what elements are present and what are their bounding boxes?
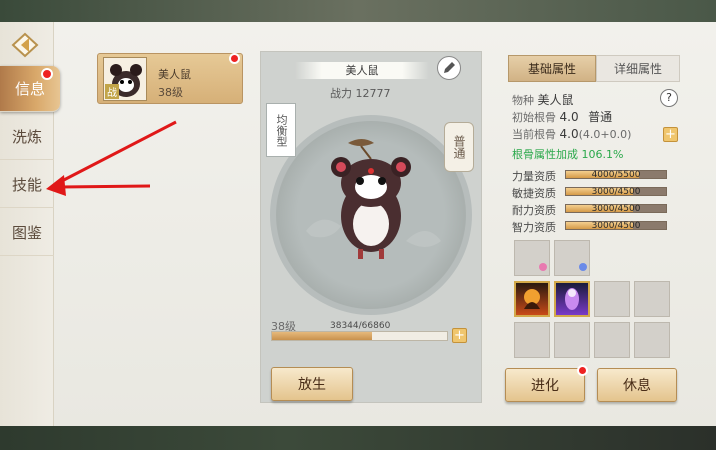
current-root-row: 当前根骨 4.0(4.0+0.0)	[512, 126, 631, 142]
nav-item-refine[interactable]: 洗炼	[0, 114, 54, 160]
root-bonus: 根骨属性加成 106.1%	[512, 148, 624, 161]
back-chevron-icon	[11, 32, 39, 58]
notification-dot	[41, 68, 53, 80]
exp-value: 38344/66860	[330, 321, 391, 331]
release-button[interactable]: 放生	[271, 367, 353, 401]
nav-item-label: 技能	[11, 176, 42, 194]
stat-label: 智力资质	[512, 221, 556, 234]
initial-root-row: 初始根骨 4.0 普通	[512, 108, 612, 125]
pet-card-level: 38级	[158, 86, 183, 99]
battle-badge: 战	[105, 84, 119, 99]
skill-slot-empty[interactable]	[554, 322, 590, 358]
skill-slot-empty[interactable]	[634, 281, 670, 317]
pet-model	[306, 139, 441, 259]
skill-slot[interactable]	[554, 281, 590, 317]
plus-icon: +	[665, 127, 676, 142]
stat-value: 3000/4500	[591, 187, 641, 197]
release-button-label: 放生	[298, 377, 326, 393]
nav-item-label: 图鉴	[11, 224, 42, 242]
equipment-slot[interactable]	[554, 240, 590, 276]
initial-root-value: 4.0	[559, 110, 579, 124]
tab-label: 详细属性	[613, 62, 662, 76]
initial-root-label: 初始根骨	[512, 111, 556, 124]
rest-button[interactable]: 休息	[597, 368, 677, 402]
notification-dot	[229, 53, 240, 64]
exp-progress-fill	[272, 332, 373, 340]
gem-blue-icon	[579, 263, 587, 271]
tab-detailed-attributes[interactable]: 详细属性	[596, 55, 680, 82]
rest-button-label: 休息	[623, 378, 651, 394]
add-root-button[interactable]: +	[663, 127, 678, 142]
initial-root-grade: 普通	[588, 110, 613, 124]
skill-slot-empty[interactable]	[594, 281, 630, 317]
stat-value: 3000/4500	[591, 221, 641, 231]
arcane-skill-icon	[565, 288, 579, 310]
pencil-icon	[444, 62, 455, 73]
tab-label: 基础属性	[527, 62, 576, 76]
current-root-label: 当前根骨	[512, 128, 556, 141]
add-exp-button[interactable]: +	[452, 328, 467, 343]
pet-card[interactable]: 战 美人鼠 38级	[97, 53, 243, 104]
evolve-button-label: 进化	[531, 378, 559, 394]
pet-avatar: 战	[103, 57, 147, 101]
background-top	[0, 0, 716, 22]
equipment-slot[interactable]	[514, 240, 550, 276]
pet-showcase-circle	[270, 115, 472, 315]
skill-slot[interactable]	[514, 281, 550, 317]
stat-value: 4000/5500	[591, 170, 641, 180]
nav-item-label: 洗炼	[11, 128, 42, 146]
help-icon[interactable]: ?	[660, 89, 678, 107]
rename-button[interactable]	[437, 56, 461, 80]
current-root-value: 4.0	[559, 127, 579, 141]
nav-item-codex[interactable]: 图鉴	[0, 210, 54, 256]
species-row: 物种 美人鼠	[512, 91, 574, 108]
back-button[interactable]	[9, 30, 43, 60]
stat-label: 敏捷资质	[512, 187, 556, 200]
fire-skill-icon	[524, 289, 540, 309]
gem-pink-icon	[539, 263, 547, 271]
species-label: 物种	[512, 94, 534, 107]
pet-card-name: 美人鼠	[158, 68, 191, 81]
skill-slot-empty[interactable]	[594, 322, 630, 358]
background-bottom	[0, 426, 716, 450]
nav-item-label: 信息	[14, 80, 45, 98]
tab-basic-attributes[interactable]: 基础属性	[508, 55, 596, 82]
pet-name-bar: 美人鼠	[295, 62, 429, 79]
combat-power: 战力 12777	[330, 87, 391, 100]
exp-progress-bar	[271, 331, 448, 341]
current-root-detail: (4.0+0.0)	[578, 128, 632, 141]
stat-value: 3000/4500	[591, 204, 641, 214]
pet-rank-tag: 普通	[444, 122, 474, 172]
nav-item-skills[interactable]: 技能	[0, 162, 54, 208]
species-value: 美人鼠	[537, 93, 574, 107]
stat-label: 力量资质	[512, 170, 556, 183]
notification-dot	[577, 365, 588, 376]
plus-icon: +	[454, 328, 465, 343]
evolve-button[interactable]: 进化	[505, 368, 585, 402]
skill-slot-empty[interactable]	[514, 322, 550, 358]
pet-type-tag: 均衡型	[266, 103, 296, 157]
skill-slot-empty[interactable]	[634, 322, 670, 358]
stat-label: 耐力资质	[512, 204, 556, 217]
